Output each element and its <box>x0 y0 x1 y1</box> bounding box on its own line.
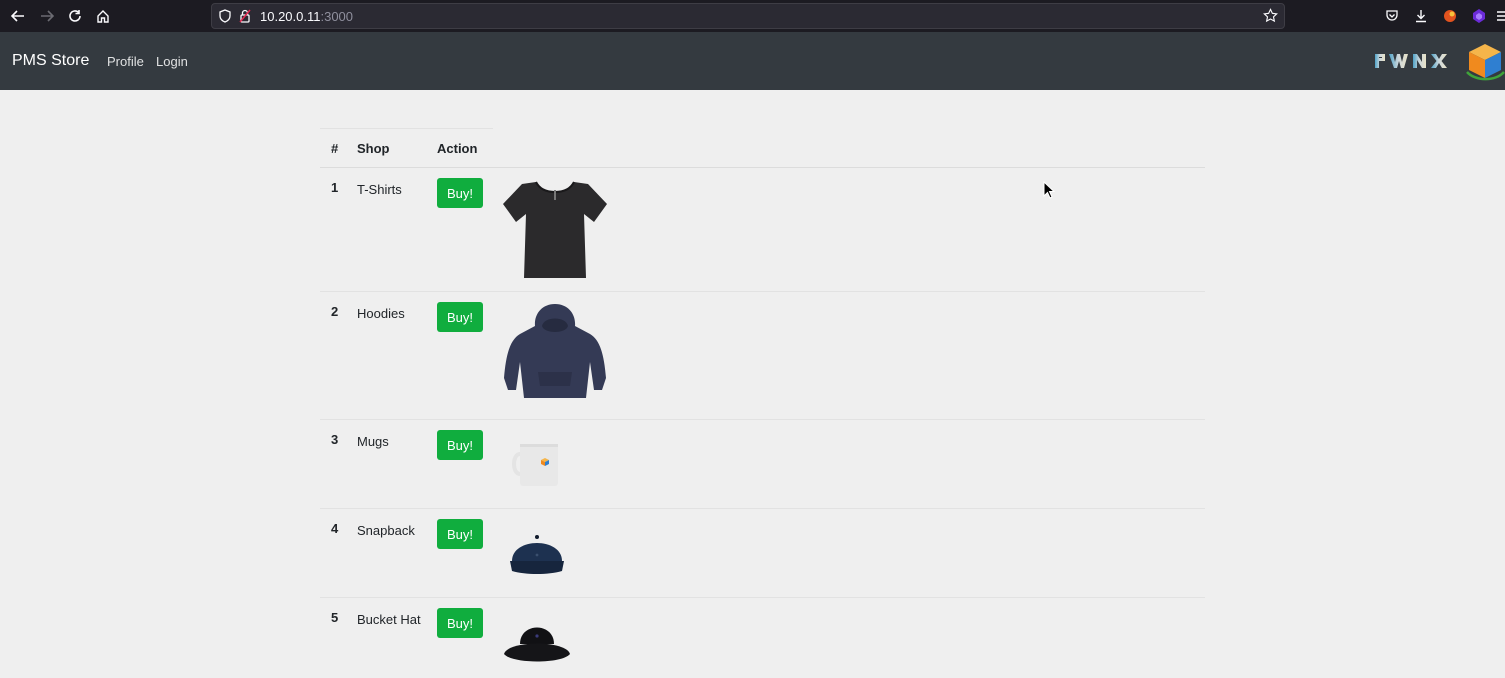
row-number: 2 <box>331 304 339 319</box>
nav-link-login[interactable]: Login <box>156 54 188 69</box>
table-row: 4 Snapback Buy! <box>320 509 1205 598</box>
downloads-icon[interactable] <box>1412 7 1430 25</box>
row-number: 3 <box>331 432 339 447</box>
buy-button[interactable]: Buy! <box>437 302 483 332</box>
cube-logo <box>1466 44 1505 81</box>
header-number: # <box>331 141 339 156</box>
table-row: 1 T-Shirts Buy! <box>320 168 1205 292</box>
home-icon[interactable] <box>93 6 113 26</box>
forward-icon[interactable] <box>37 6 57 26</box>
url-host: 10.20.0.11 <box>260 9 321 24</box>
snapback-cap-icon <box>510 535 564 574</box>
row-number: 1 <box>331 180 339 195</box>
buy-button[interactable]: Buy! <box>437 430 483 460</box>
extension-purple-icon[interactable] <box>1470 7 1488 25</box>
header-action: Action <box>437 141 478 156</box>
buy-button[interactable]: Buy! <box>437 608 483 638</box>
table-row: 5 Bucket Hat Buy! <box>320 598 1205 678</box>
row-number: 5 <box>331 610 339 625</box>
table-header: # Shop Action <box>320 128 493 169</box>
back-icon[interactable] <box>8 6 28 26</box>
mug-icon <box>512 444 558 486</box>
site-navbar: PMS Store Profile Login <box>0 32 1505 90</box>
product-name: Bucket Hat <box>357 612 421 627</box>
url-port: :3000 <box>320 9 354 24</box>
bookmark-star-icon[interactable] <box>1263 8 1278 28</box>
pwnx-logo <box>1375 54 1447 68</box>
row-number: 4 <box>331 521 339 536</box>
hoodie-icon <box>504 304 606 398</box>
bucket-hat-icon <box>504 627 570 662</box>
table-row: 3 Mugs Buy! <box>320 420 1205 509</box>
reload-icon[interactable] <box>65 6 85 26</box>
buy-button[interactable]: Buy! <box>437 519 483 549</box>
pocket-icon[interactable] <box>1383 7 1401 25</box>
extension-fox-icon[interactable] <box>1441 7 1459 25</box>
product-name: T-Shirts <box>357 182 402 197</box>
product-name: Snapback <box>357 523 415 538</box>
buy-button[interactable]: Buy! <box>437 178 483 208</box>
insecure-lock-icon[interactable] <box>239 9 251 28</box>
tracking-shield-icon[interactable] <box>218 9 232 28</box>
menu-icon[interactable] <box>1496 7 1505 25</box>
mouse-cursor-icon <box>1043 181 1055 199</box>
browser-toolbar: 10.20.0.11:3000 <box>0 0 1505 32</box>
address-bar[interactable]: 10.20.0.11:3000 <box>211 3 1285 29</box>
nav-link-profile[interactable]: Profile <box>107 54 144 69</box>
brand-link[interactable]: PMS Store <box>12 52 89 70</box>
product-name: Mugs <box>357 434 389 449</box>
url-text[interactable]: 10.20.0.11:3000 <box>260 9 353 24</box>
header-shop: Shop <box>357 141 390 156</box>
product-name: Hoodies <box>357 306 405 321</box>
table-row: 2 Hoodies Buy! <box>320 292 1205 420</box>
t-shirt-icon <box>503 181 607 278</box>
